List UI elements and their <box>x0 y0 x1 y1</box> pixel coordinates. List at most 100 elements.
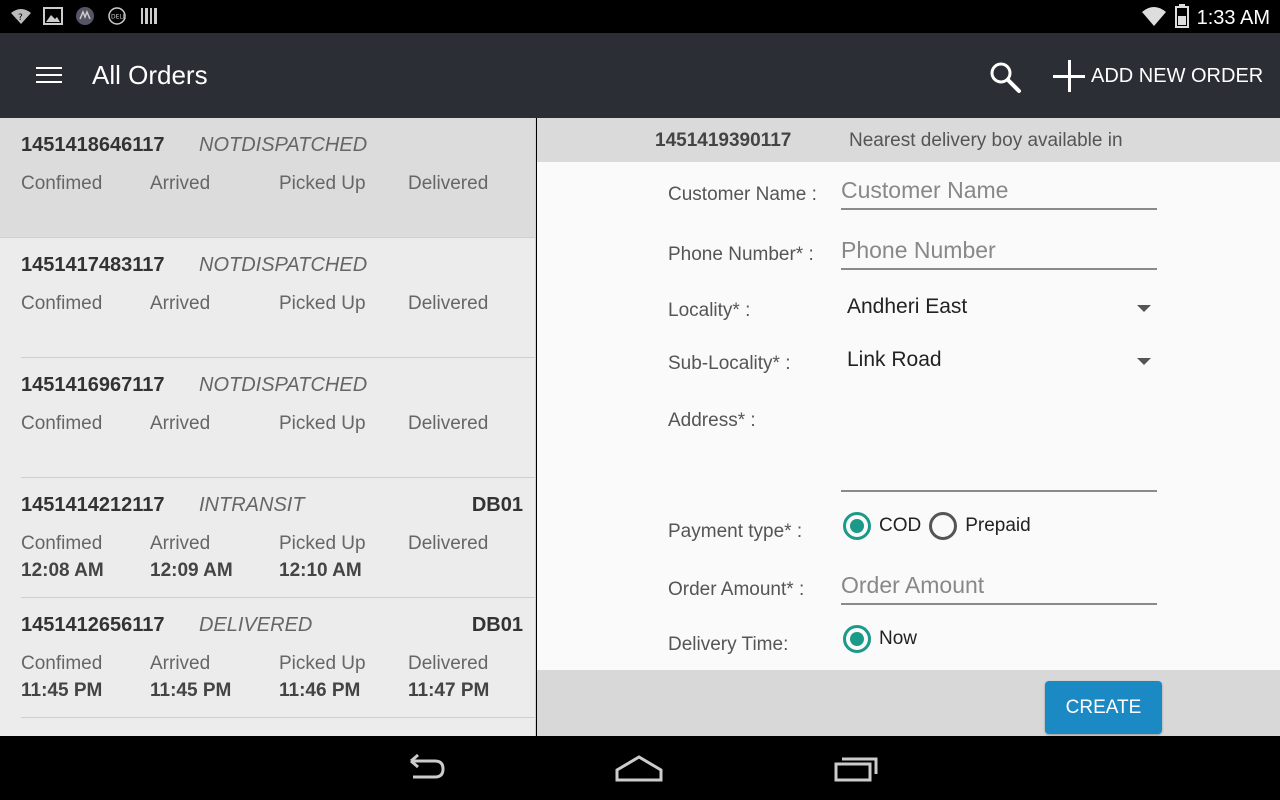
order-id: 1451419390117 <box>655 130 792 151</box>
order-amount-input[interactable] <box>841 569 1157 605</box>
stage-time: 12:09 AM <box>150 560 233 581</box>
notification-icons: ? DELL <box>10 6 160 26</box>
stage-label: Picked Up <box>279 653 366 674</box>
order-status: INTRANSIT <box>199 494 305 516</box>
orders-list[interactable]: 1451418646117 NOTDISPATCHED Confimed Arrive… <box>0 118 536 736</box>
payment-type-options: COD Prepaid <box>843 512 1039 540</box>
order-row[interactable]: 1451412656117 DELIVERED DB01 Confimed 11:45 … <box>0 598 535 718</box>
sublocality-label: Sub-Locality* : <box>668 353 791 374</box>
stage-label: Confimed <box>21 173 103 194</box>
svg-text:?: ? <box>18 13 23 23</box>
app-bar: All Orders ADD NEW ORDER <box>0 33 1280 118</box>
app-icon <box>74 6 96 26</box>
system-status: 1:33 AM <box>1141 4 1270 33</box>
stage-time: 11:45 PM <box>150 680 232 701</box>
plus-icon <box>1053 60 1085 92</box>
prepaid-radio[interactable] <box>929 512 958 540</box>
now-label: Now <box>879 628 918 649</box>
stage-label: Arrived <box>150 653 211 674</box>
add-new-order-label: ADD NEW ORDER <box>1091 64 1264 87</box>
battery-icon <box>1174 4 1189 33</box>
prepaid-label: Prepaid <box>965 515 1031 536</box>
page-title: All Orders <box>92 60 208 90</box>
delivery-time-label: Delivery Time: <box>668 634 789 655</box>
customer-name-input[interactable] <box>841 174 1157 210</box>
order-row[interactable]: 1451417483117 NOTDISPATCHED Confimed Arrive… <box>0 238 535 358</box>
dell-icon: DELL <box>106 6 128 26</box>
order-id: 1451416967117 <box>21 374 165 396</box>
search-icon[interactable] <box>988 60 1022 94</box>
barcode-icon <box>138 6 160 26</box>
stage-time: 12:10 AM <box>279 560 362 581</box>
locality-dropdown[interactable]: Andheri East <box>841 293 1157 325</box>
stage-label: Delivered <box>408 173 489 194</box>
stage-label: Picked Up <box>279 533 366 554</box>
stage-label: Confimed <box>21 533 103 554</box>
address-label: Address* : <box>668 410 756 431</box>
clock: 1:33 AM <box>1196 7 1270 29</box>
sublocality-dropdown[interactable]: Link Road <box>841 346 1157 378</box>
stage-label: Confimed <box>21 653 103 674</box>
order-detail-header: 1451419390117 Nearest delivery boy avail… <box>537 118 1280 162</box>
now-radio[interactable] <box>843 625 871 653</box>
stage-label: Arrived <box>150 413 211 434</box>
delivery-boy-code: DB01 <box>471 614 523 636</box>
recent-apps-icon[interactable] <box>832 752 882 784</box>
stage-label: Delivered <box>408 653 489 674</box>
system-nav-bar <box>0 736 1280 800</box>
order-status: DELIVERED <box>199 614 313 636</box>
divider <box>21 717 535 718</box>
menu-icon[interactable] <box>36 67 62 85</box>
add-new-order-button[interactable]: ADD NEW ORDER <box>1053 58 1263 94</box>
order-id: 1451418646117 <box>21 134 165 156</box>
create-button[interactable]: CREATE <box>1045 681 1162 734</box>
stage-label: Picked Up <box>279 173 366 194</box>
stage-label: Delivered <box>408 293 489 314</box>
stage-label: Arrived <box>150 533 211 554</box>
new-order-form: Customer Name : Phone Number* : Locality… <box>537 162 1280 670</box>
back-icon[interactable] <box>399 752 449 784</box>
cod-label: COD <box>879 515 922 536</box>
delivery-time-options: Now <box>843 625 925 653</box>
dropdown-caret-icon <box>1137 305 1151 312</box>
stage-label: Delivered <box>408 413 489 434</box>
stage-time: 11:46 PM <box>279 680 361 701</box>
order-row[interactable]: 1451418646117 NOTDISPATCHED Confimed Arrive… <box>0 118 535 238</box>
order-id: 1451412656117 <box>21 614 165 636</box>
stage-label: Picked Up <box>279 293 366 314</box>
stage-time: 11:45 PM <box>21 680 103 701</box>
order-status: NOTDISPATCHED <box>199 374 368 396</box>
order-id: 1451417483117 <box>21 254 165 276</box>
customer-name-label: Customer Name : <box>668 184 817 205</box>
locality-label: Locality* : <box>668 300 751 321</box>
home-icon[interactable] <box>614 752 664 784</box>
stage-label: Confimed <box>21 413 103 434</box>
order-id: 1451414212117 <box>21 494 165 516</box>
stage-label: Arrived <box>150 293 211 314</box>
address-input[interactable] <box>841 456 1157 492</box>
stage-label: Picked Up <box>279 413 366 434</box>
phone-number-input[interactable] <box>841 234 1157 270</box>
svg-text:DELL: DELL <box>111 14 127 21</box>
sublocality-value: Link Road <box>847 348 942 371</box>
wifi-question-icon: ? <box>10 6 32 26</box>
delivery-boy-message: Nearest delivery boy available in <box>849 130 1123 151</box>
order-row[interactable]: 1451416967117 NOTDISPATCHED Confimed Arrive… <box>0 358 535 478</box>
order-status: NOTDISPATCHED <box>199 134 368 156</box>
phone-number-label: Phone Number* : <box>668 244 814 265</box>
cod-radio[interactable] <box>843 512 871 540</box>
stage-time: 11:47 PM <box>408 680 490 701</box>
form-action-bar: CREATE <box>537 670 1280 736</box>
status-bar: ? DELL 1:33 AM <box>0 0 1280 33</box>
dropdown-caret-icon <box>1137 358 1151 365</box>
delivery-boy-code: DB01 <box>471 494 523 516</box>
wifi-icon <box>1141 5 1167 32</box>
order-row[interactable]: 1451414212117 INTRANSIT DB01 Confimed 12:08 … <box>0 478 535 598</box>
order-amount-label: Order Amount* : <box>668 579 805 600</box>
locality-value: Andheri East <box>847 295 968 318</box>
order-status: NOTDISPATCHED <box>199 254 368 276</box>
image-icon <box>42 6 64 26</box>
stage-label: Confimed <box>21 293 103 314</box>
stage-time: 12:08 AM <box>21 560 104 581</box>
payment-type-label: Payment type* : <box>668 521 803 542</box>
